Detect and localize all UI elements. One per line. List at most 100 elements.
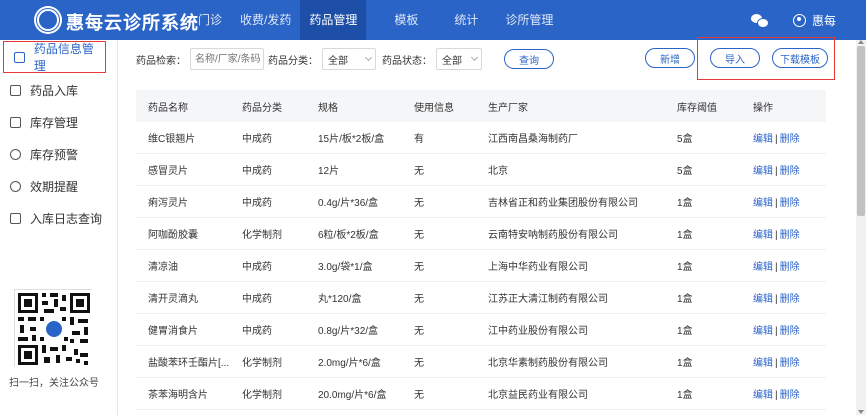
table-cell: 感冒灵片	[148, 166, 188, 177]
user-menu[interactable]: 惠每	[792, 12, 836, 29]
table-row: 盐酸苯环壬酯片[... 化学制剂 2.0mg/片*6/盒 无 北京华素制药股份有限公司 1…	[136, 346, 826, 378]
action-separator: |	[775, 198, 778, 209]
table-row: 清凉油 中成药 3.0g/袋*1/盒 无 上海中华药业有限公司 1盒 编辑 | 删除	[136, 250, 826, 282]
column-header: 库存阈值	[677, 102, 717, 114]
delete-link[interactable]: 删除	[780, 326, 800, 337]
table-cell: 维C银翘片	[148, 134, 196, 145]
table-cell: 0.8g/片*32/盒	[318, 326, 379, 337]
sidebar-item-inventory[interactable]: 库存管理	[0, 106, 118, 138]
delete-link[interactable]: 删除	[780, 390, 800, 401]
sidebar-item-stock-in-log[interactable]: 入库日志查询	[0, 202, 118, 234]
action-separator: |	[775, 166, 778, 177]
sidebar-item-label: 库存预警	[30, 147, 79, 162]
table-cell: 无	[414, 390, 424, 401]
column-header: 规格	[318, 102, 338, 114]
status-select[interactable]: 全部	[436, 48, 482, 70]
query-button[interactable]: 查询	[504, 49, 554, 69]
category-select[interactable]: 全部	[322, 48, 376, 70]
wechat-icon[interactable]	[750, 14, 769, 28]
sidebar-item-stock-alert[interactable]: 库存预警	[0, 138, 118, 170]
table-row: 茶苯海明含片 化学制剂 20.0mg/片*6/盒 无 北京益民药业有限公司 1盒 编辑 | 删除	[136, 378, 826, 410]
qr-code-graphic	[15, 290, 93, 368]
add-button[interactable]: 新增	[645, 48, 695, 68]
edit-link[interactable]: 编辑	[753, 390, 773, 401]
edit-link[interactable]: 编辑	[753, 198, 773, 209]
scroll-up-icon[interactable]	[858, 40, 864, 44]
sidebar-item-drug-stock-in[interactable]: 药品入库	[0, 74, 118, 106]
table-cell: 北京华素制药股份有限公司	[488, 358, 608, 369]
table-cell: 丸*120/盒	[318, 294, 362, 305]
sidebar-item-label: 药品信息管理	[33, 42, 94, 73]
nav-clinic-management[interactable]: 诊所管理	[496, 0, 562, 40]
action-separator: |	[775, 358, 778, 369]
table-cell: 吉林省正和药业集团股份有限公司	[488, 198, 638, 209]
scroll-down-icon[interactable]	[858, 410, 864, 414]
bell-icon	[10, 148, 21, 160]
nav-outpatient[interactable]: 门诊	[189, 0, 231, 40]
highlight-annotation	[697, 37, 835, 80]
table-cell: 化学制剂	[242, 230, 282, 241]
delete-link[interactable]: 删除	[780, 262, 800, 273]
sidebar-item-label: 库存管理	[30, 115, 79, 130]
delete-link[interactable]: 删除	[780, 358, 800, 369]
delete-link[interactable]: 删除	[780, 166, 800, 177]
wechat-qr-code	[14, 289, 93, 368]
table-cell: 北京	[488, 166, 508, 177]
table-cell: 化学制剂	[242, 390, 282, 401]
table-cell: 无	[414, 230, 424, 241]
table-cell: 1盒	[677, 358, 693, 369]
edit-link[interactable]: 编辑	[753, 294, 773, 305]
qr-caption: 扫一扫，关注公众号	[9, 378, 99, 389]
row-actions: 编辑 | 删除	[753, 226, 823, 241]
nav-statistics[interactable]: 统计	[438, 0, 496, 40]
edit-link[interactable]: 编辑	[753, 262, 773, 273]
table-body: 维C银翘片 中成药 15片/板*2板/盒有江西南昌桑海制药厂 5盒 编辑 | 删除感冒灵片中…	[136, 122, 826, 410]
table-cell: 无	[414, 294, 424, 305]
table-cell: 1盒	[677, 390, 693, 401]
sidebar-item-expiry-reminder[interactable]: 效期提醒	[0, 170, 118, 202]
row-actions: 编辑 | 删除	[753, 130, 823, 145]
sidebar-item-drug-info[interactable]: 药品信息管理	[3, 41, 106, 73]
table-cell: 化学制剂	[242, 358, 282, 369]
top-navbar: 惠每云诊所系统 门诊 收费/发药 药品管理 模板 统计 诊所管理 惠每	[0, 0, 866, 40]
sidebar: 药品信息管理 药品入库 库存管理 库存预警 效期提醒 入库日志查询 扫一扫，关注…	[0, 40, 118, 415]
delete-link[interactable]: 删除	[780, 230, 800, 241]
table-cell: 无	[414, 358, 424, 369]
table-cell: 有	[414, 134, 424, 145]
table-cell: 1盒	[677, 326, 693, 337]
row-actions: 编辑 | 删除	[753, 194, 823, 209]
column-header: 使用信息	[414, 102, 454, 114]
drug-search-input[interactable]	[190, 48, 264, 70]
edit-link[interactable]: 编辑	[753, 134, 773, 145]
user-icon	[792, 13, 806, 27]
delete-link[interactable]: 删除	[780, 294, 800, 305]
delete-link[interactable]: 删除	[780, 134, 800, 145]
edit-link[interactable]: 编辑	[753, 326, 773, 337]
sidebar-item-label: 效期提醒	[30, 179, 79, 194]
table-cell: 20.0mg/片*6/盒	[318, 390, 387, 401]
nav-charge-dispense[interactable]: 收费/发药	[231, 0, 300, 40]
table-row: 维C银翘片 中成药 15片/板*2板/盒 有 江西南昌桑海制药厂 5盒 编辑 | 删除	[136, 122, 826, 154]
table-cell: 健胃消食片	[148, 326, 198, 337]
main-nav: 门诊 收费/发药 药品管理 模板 统计 诊所管理	[189, 0, 562, 40]
table-cell: 无	[414, 326, 424, 337]
table-cell: 12片	[318, 166, 340, 177]
delete-link[interactable]: 删除	[780, 198, 800, 209]
table-cell: 盐酸苯环壬酯片[...	[148, 358, 230, 369]
table-cell: 0.4g/片*36/盒	[318, 198, 379, 209]
table-cell: 1盒	[677, 294, 693, 305]
vertical-scrollbar[interactable]	[856, 40, 866, 415]
table-cell: 1盒	[677, 198, 693, 209]
sidebar-item-label: 药品入库	[30, 83, 79, 98]
table-cell: 中成药	[242, 262, 272, 273]
edit-link[interactable]: 编辑	[753, 230, 773, 241]
table-cell: 无	[414, 166, 424, 177]
edit-link[interactable]: 编辑	[753, 166, 773, 177]
scrollbar-thumb[interactable]	[857, 46, 865, 216]
table-cell: 清凉油	[148, 262, 178, 273]
nav-drug-management[interactable]: 药品管理	[300, 0, 367, 40]
nav-template[interactable]: 模板	[366, 0, 438, 40]
table-cell: 云南特安呐制药股份有限公司	[488, 230, 618, 241]
edit-link[interactable]: 编辑	[753, 358, 773, 369]
action-separator: |	[775, 390, 778, 401]
